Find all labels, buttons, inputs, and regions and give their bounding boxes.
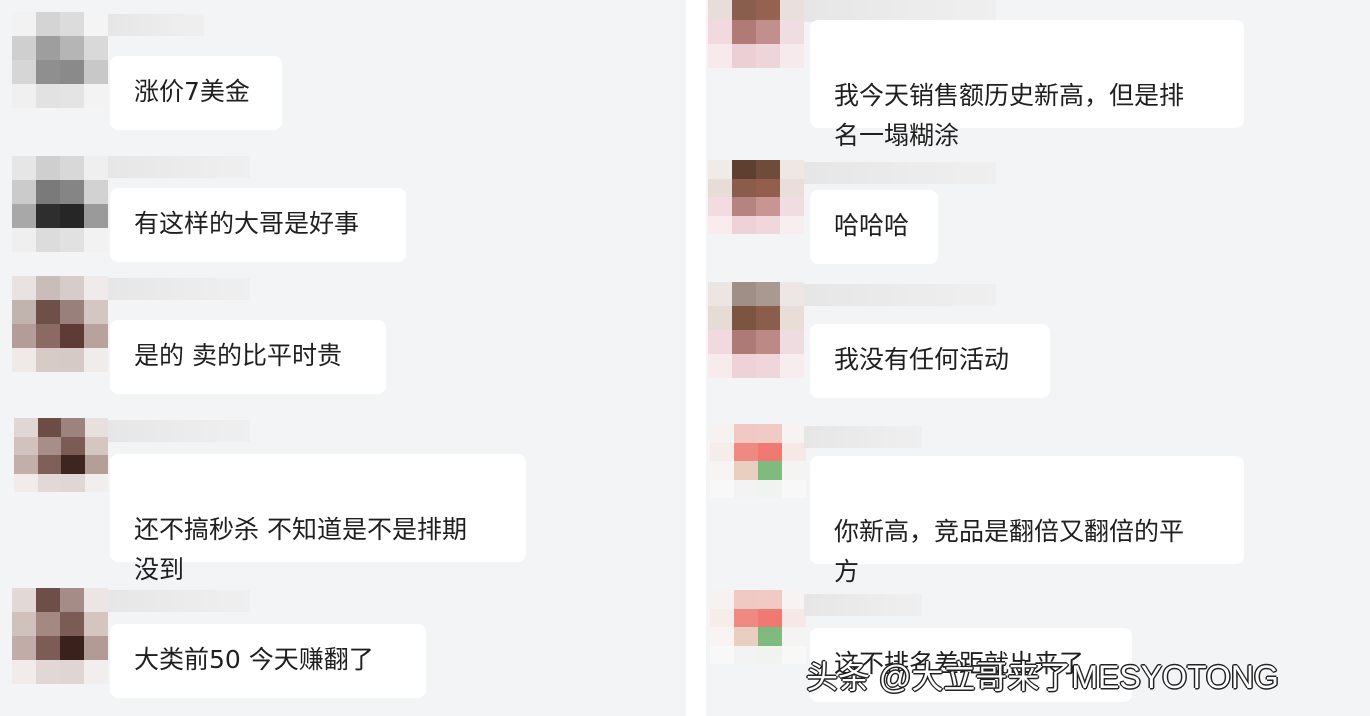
- message-bubble: 涨价7美金: [110, 56, 282, 130]
- message-bubble: 还不搞秒杀 不知道是不是排期 没到: [110, 454, 526, 584]
- message-text: 我没有任何活动: [834, 345, 1010, 374]
- message-text: 还不搞秒杀 不知道是不是排期 没到: [134, 515, 467, 584]
- sender-name-blurred: [108, 420, 250, 442]
- avatar[interactable]: [12, 156, 108, 252]
- message-text: 哈哈哈: [834, 211, 910, 240]
- sender-name-blurred: [804, 426, 922, 448]
- message-text: 有这样的大哥是好事: [134, 209, 360, 238]
- sender-name-blurred: [108, 156, 250, 178]
- message-bubble: 有这样的大哥是好事: [110, 188, 406, 262]
- avatar[interactable]: [708, 282, 804, 378]
- avatar[interactable]: [12, 12, 108, 108]
- sender-name-blurred: [804, 0, 996, 22]
- right-chat-panel: 我今天销售额历史新高，但是排 名一塌糊涂 哈哈哈 我没有任何活动 你新高，竞品是…: [706, 0, 1370, 716]
- avatar[interactable]: [710, 590, 806, 664]
- message-bubble: 是的 卖的比平时贵: [110, 320, 386, 394]
- left-chat-panel: 涨价7美金 有这样的大哥是好事 是的 卖的比平时贵 还不搞秒杀 不知道是不是排期…: [0, 0, 686, 716]
- avatar[interactable]: [14, 418, 108, 492]
- message-text: 涨价7美金: [134, 77, 250, 106]
- avatar[interactable]: [12, 588, 108, 684]
- message-text: 我今天销售额历史新高，但是排 名一塌糊涂: [834, 81, 1185, 150]
- avatar[interactable]: [710, 424, 806, 498]
- message-bubble: 大类前50 今天赚翻了: [110, 624, 426, 698]
- message-text: 大类前50 今天赚翻了: [134, 645, 374, 674]
- message-text: 是的 卖的比平时贵: [134, 341, 342, 370]
- message-text: 你新高，竞品是翻倍又翻倍的平 方: [834, 517, 1185, 586]
- message-bubble: 你新高，竞品是翻倍又翻倍的平 方: [810, 456, 1244, 586]
- message-bubble: 哈哈哈: [810, 190, 938, 264]
- avatar[interactable]: [12, 276, 108, 372]
- message-bubble: 我今天销售额历史新高，但是排 名一塌糊涂: [810, 20, 1244, 150]
- sender-name-blurred: [804, 594, 922, 616]
- sender-name-blurred: [804, 284, 996, 306]
- message-bubble: 我没有任何活动: [810, 324, 1050, 398]
- avatar[interactable]: [708, 0, 804, 68]
- sender-name-blurred: [108, 590, 250, 612]
- watermark: 头条 @大立哥来了MESYOTONG: [806, 659, 1279, 695]
- sender-name-blurred: [108, 14, 204, 36]
- avatar[interactable]: [708, 160, 804, 234]
- sender-name-blurred: [108, 278, 250, 300]
- sender-name-blurred: [804, 162, 996, 184]
